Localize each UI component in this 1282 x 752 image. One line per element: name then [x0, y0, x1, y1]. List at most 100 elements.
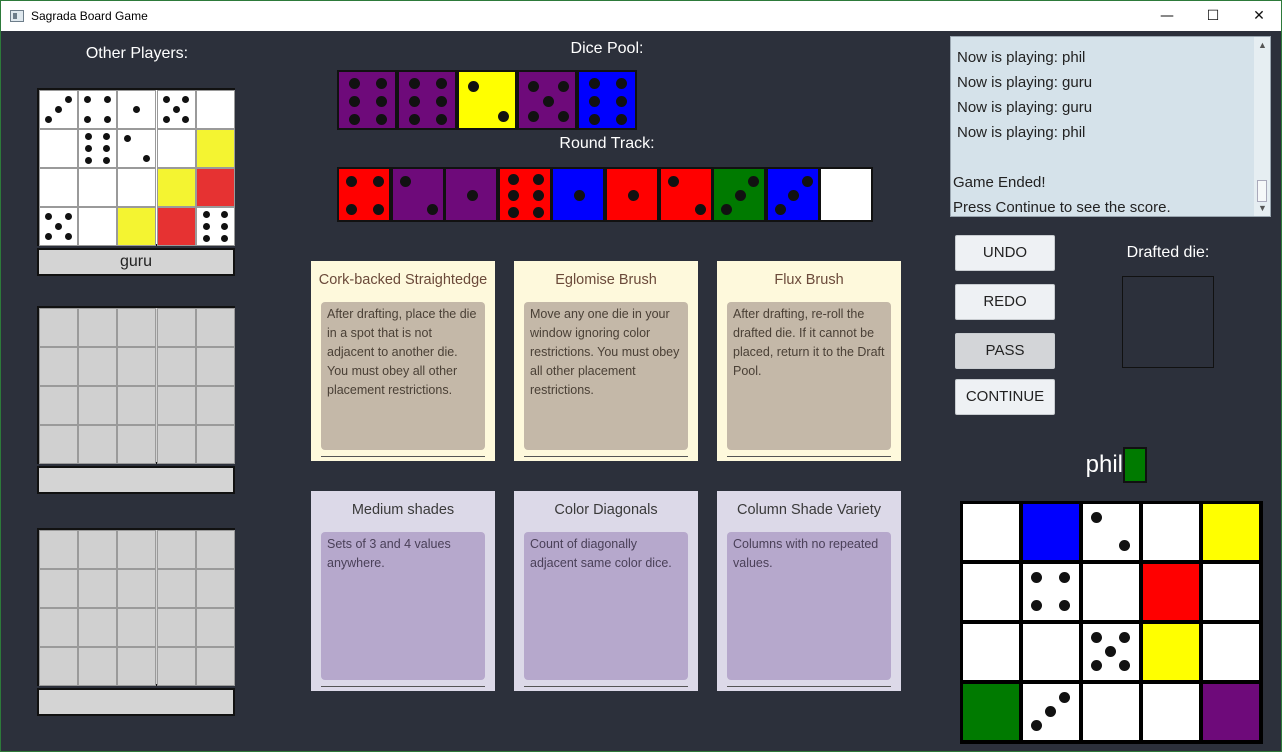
- minimize-button[interactable]: —: [1144, 1, 1190, 31]
- die-pip: [801, 176, 813, 188]
- board-cell[interactable]: [1023, 504, 1079, 560]
- board-cell[interactable]: [1023, 624, 1079, 680]
- die-pip: [373, 176, 384, 188]
- redo-button[interactable]: REDO: [955, 284, 1055, 320]
- close-button[interactable]: ✕: [1236, 1, 1282, 31]
- scroll-down-icon[interactable]: ▼: [1258, 203, 1267, 213]
- die-pip: [220, 223, 228, 230]
- board-cell[interactable]: [1083, 684, 1139, 740]
- maximize-button[interactable]: ☐: [1190, 1, 1236, 31]
- board-cell: [195, 647, 235, 686]
- board-cell[interactable]: [1203, 684, 1259, 740]
- pass-button[interactable]: PASS: [955, 333, 1055, 369]
- tool-card-1[interactable]: Cork-backed Straightedge After drafting,…: [311, 261, 495, 461]
- die[interactable]: [497, 167, 552, 222]
- die-pip: [123, 135, 131, 143]
- board-cell[interactable]: [963, 624, 1019, 680]
- board-cell[interactable]: [1083, 564, 1139, 620]
- scrollbar-thumb[interactable]: [1257, 180, 1267, 202]
- board-cell: [117, 569, 157, 608]
- die-pip: [220, 234, 228, 242]
- die-pip: [1104, 645, 1116, 657]
- log-line: Now is playing: guru: [957, 74, 1093, 91]
- die[interactable]: [577, 70, 637, 130]
- board-cell[interactable]: [1143, 504, 1199, 560]
- die-pip: [162, 96, 170, 104]
- objective-card-1: Medium shades Sets of 3 and 4 values any…: [311, 491, 495, 691]
- board-cell[interactable]: [1203, 564, 1259, 620]
- board-cell[interactable]: [1023, 684, 1079, 740]
- board-cell: [78, 569, 118, 608]
- board-cell[interactable]: [1203, 624, 1259, 680]
- die-pip: [143, 154, 151, 162]
- board-cell: [195, 129, 235, 168]
- continue-button[interactable]: CONTINUE: [955, 379, 1055, 415]
- board-cell: [78, 608, 118, 647]
- board-cell: [39, 608, 78, 647]
- board-cell: [117, 207, 157, 246]
- board-cell[interactable]: [1143, 684, 1199, 740]
- die[interactable]: [397, 70, 457, 130]
- scroll-up-icon[interactable]: ▲: [1258, 40, 1267, 50]
- log-scrollbar[interactable]: ▲ ▼: [1254, 37, 1270, 216]
- die[interactable]: [517, 70, 577, 130]
- tool-card-text: Move any one die in your window ignoring…: [524, 302, 688, 450]
- die[interactable]: [337, 167, 391, 222]
- die[interactable]: [658, 167, 713, 222]
- die-pip: [64, 232, 72, 240]
- die[interactable]: [819, 167, 874, 222]
- my-player-color: [1123, 447, 1147, 483]
- die-pip: [588, 95, 600, 107]
- board-cell[interactable]: [963, 684, 1019, 740]
- board-cell[interactable]: [1023, 564, 1079, 620]
- game-area: Other Players: Dice Pool: Round Track: D…: [1, 31, 1281, 752]
- board-cell: [156, 425, 196, 464]
- player-window-board: [37, 306, 235, 464]
- die[interactable]: [712, 167, 767, 222]
- drafted-die-slot[interactable]: [1122, 276, 1214, 368]
- die[interactable]: [551, 167, 606, 222]
- board-cell[interactable]: [1143, 564, 1199, 620]
- board-cell: [195, 530, 235, 569]
- board-cell[interactable]: [963, 564, 1019, 620]
- board-cell: [156, 647, 196, 686]
- die-pip: [573, 190, 585, 201]
- tool-card-text: After drafting, place the die in a spot …: [321, 302, 485, 450]
- die-pip: [507, 173, 519, 185]
- board-cell[interactable]: [1203, 504, 1259, 560]
- board-cell[interactable]: [1143, 624, 1199, 680]
- die[interactable]: [605, 167, 659, 222]
- board-cell: [195, 425, 235, 464]
- die-pip: [103, 133, 111, 141]
- die-pip: [694, 203, 706, 215]
- board-cell[interactable]: [1083, 624, 1139, 680]
- die[interactable]: [444, 167, 499, 222]
- board-cell: [39, 207, 78, 246]
- board-cell: [195, 308, 235, 347]
- my-window-board[interactable]: [960, 501, 1263, 744]
- die[interactable]: [390, 167, 445, 222]
- board-cell: [195, 386, 235, 425]
- die-pip: [348, 95, 360, 107]
- game-log[interactable]: Now is playing: phil Now is playing: gur…: [950, 36, 1271, 217]
- card-divider: [524, 456, 688, 457]
- die[interactable]: [765, 167, 820, 222]
- die[interactable]: [337, 70, 397, 130]
- die-pip: [667, 176, 679, 188]
- board-cell: [39, 647, 78, 686]
- board-cell[interactable]: [1083, 504, 1139, 560]
- tool-card-3[interactable]: Flux Brush After drafting, re-roll the d…: [717, 261, 901, 461]
- die-pip: [346, 176, 357, 188]
- board-cell[interactable]: [963, 504, 1019, 560]
- die[interactable]: [457, 70, 517, 130]
- my-player-name: phil: [1085, 451, 1123, 478]
- die-pip: [532, 190, 544, 201]
- card-divider: [321, 686, 485, 687]
- die-pip: [507, 206, 519, 218]
- tool-card-2[interactable]: Eglomise Brush Move any one die in your …: [514, 261, 698, 461]
- undo-button[interactable]: UNDO: [955, 235, 1055, 271]
- board-cell: [78, 425, 118, 464]
- die-pip: [527, 80, 539, 92]
- board-cell: [195, 90, 235, 129]
- board-cell: [78, 347, 118, 386]
